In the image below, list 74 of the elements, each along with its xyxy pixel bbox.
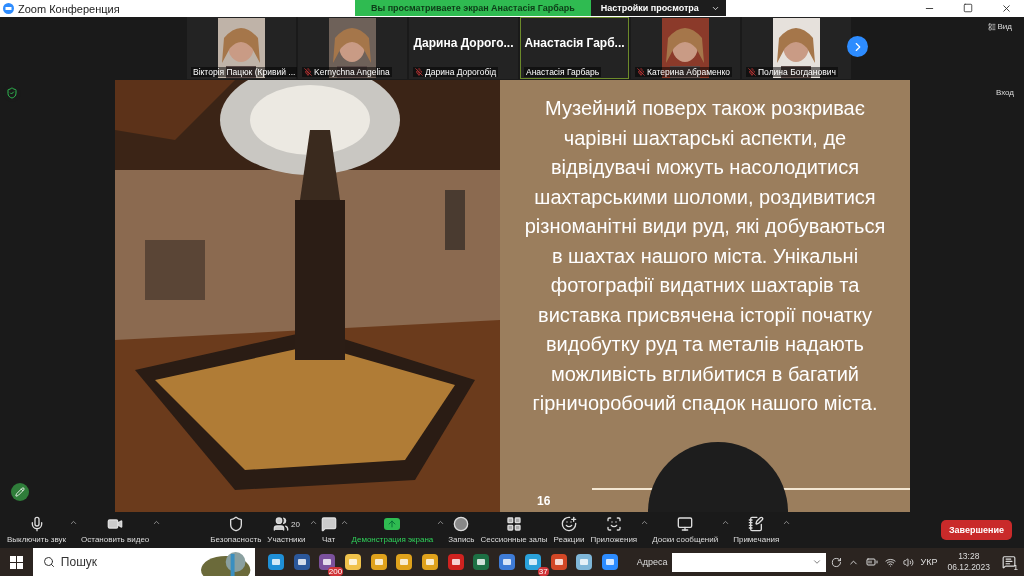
window-title: Zoom Конференция xyxy=(18,2,120,15)
participant-name: Вікторія Пацюк (Кривий ... xyxy=(191,67,298,77)
search-icon xyxy=(42,556,55,568)
chat-icon xyxy=(320,516,337,532)
layout-icon[interactable] xyxy=(987,22,996,31)
caret-icon[interactable] xyxy=(152,518,162,527)
toolbar-button[interactable]: Выключить звук xyxy=(4,516,70,544)
participant-tile[interactable]: Катерина Абраменко xyxy=(631,17,740,79)
caret-icon[interactable] xyxy=(640,518,650,527)
slide-number: 16 xyxy=(537,494,551,508)
caret-icon[interactable] xyxy=(339,518,349,527)
participant-tile[interactable]: Kernychna Angelina xyxy=(298,17,407,79)
toolbar-button[interactable]: Доски сообщений xyxy=(649,516,722,544)
caret-icon[interactable] xyxy=(436,518,446,527)
participant-name: Анастасія Гарбарь xyxy=(524,67,602,77)
toolbar-button[interactable]: Остановить видео xyxy=(78,516,153,544)
toolbar-button[interactable]: Чат xyxy=(317,516,340,544)
toolbar-button[interactable]: 20 Участники xyxy=(264,516,309,544)
grid-icon xyxy=(506,516,522,532)
apps-icon xyxy=(605,516,622,532)
start-icon[interactable] xyxy=(10,555,23,569)
record-icon xyxy=(453,516,470,532)
toolbar-button[interactable]: Демонстрация экрана xyxy=(348,516,437,544)
search-field[interactable]: Пошук xyxy=(32,548,201,576)
participant-name: Дарина Дорогобід xyxy=(413,67,499,77)
view-button[interactable]: Вид xyxy=(981,21,1018,32)
clock[interactable]: 13:28 06.12.2023 xyxy=(947,551,991,573)
video-camera-icon xyxy=(107,516,124,532)
caret-icon[interactable] xyxy=(69,518,79,527)
end-meeting-button[interactable]: Завершение xyxy=(940,520,1012,540)
smiley-icon xyxy=(560,516,577,532)
view-settings-button[interactable]: Настройки просмотра xyxy=(590,0,726,16)
share-screen-icon xyxy=(384,518,401,530)
toolbar-button[interactable]: Запись xyxy=(445,516,478,544)
close-icon[interactable] xyxy=(1001,3,1012,14)
participant-tile[interactable]: Анастасія Гарб... Анастасія Гарбарь xyxy=(520,17,629,79)
notes-icon xyxy=(748,516,765,532)
caret-icon[interactable] xyxy=(308,518,318,527)
participant-tile[interactable]: Вікторія Пацюк (Кривий ... xyxy=(187,17,296,79)
maximize-icon[interactable] xyxy=(963,3,973,13)
participant-name: Катерина Абраменко xyxy=(635,67,733,77)
participant-display-name: Анастасія Гарб... xyxy=(524,36,625,50)
notification-count: 1 xyxy=(1013,563,1019,572)
monitor-icon xyxy=(677,516,694,532)
speaker-icon[interactable] xyxy=(902,556,914,568)
address-label: Адреса xyxy=(636,557,668,567)
notification-badge: 37 xyxy=(537,567,549,576)
participant-tile[interactable]: Дарина Дорого... Дарина Дорогобід xyxy=(409,17,518,79)
participant-tile[interactable]: Полина Богданович xyxy=(742,17,851,79)
participant-display-name: Дарина Дорого... xyxy=(413,36,514,50)
app-logo-icon xyxy=(3,3,14,14)
language-indicator[interactable]: УКР xyxy=(920,557,938,567)
notification-center-icon[interactable] xyxy=(1002,555,1017,569)
shield-icon xyxy=(227,516,244,532)
toolbar-button[interactable]: Безопасность xyxy=(207,516,265,544)
toolbar-button[interactable]: Приложения xyxy=(587,516,641,544)
slide-text: Музейний поверх також розкриває чарівні шахтарські аспекти, де відвідувачі можуть насолодитися шахтарськими шоломи, роздивитися різноманітні види руд, які добуваються в шахтах нашого міста. Унікальні фотографії видатних шахтарів та виставка присвячена історії початку видобутку руд та металів надають можливість вглибитися в багатий гірничоробочий спадок нашого міста. xyxy=(524,96,886,416)
screen-share-banner: Вы просматриваете экран Анастасія Гарбарь xyxy=(355,0,591,16)
toolbar-button[interactable]: Сессионные залы xyxy=(477,516,551,544)
annotate-button[interactable] xyxy=(11,483,29,501)
toolbar-button[interactable]: Примечания xyxy=(730,516,783,544)
people-icon xyxy=(272,516,289,532)
participant-count: 20 xyxy=(290,519,300,529)
participant-name: Полина Богданович xyxy=(746,67,838,77)
toolbar-button[interactable]: Реакции xyxy=(550,516,588,544)
participant-name: Kernychna Angelina xyxy=(302,67,392,77)
battery-icon[interactable] xyxy=(865,556,878,568)
enter-label: Вход xyxy=(995,88,1014,97)
notification-badge: 200 xyxy=(327,567,344,576)
caret-icon[interactable] xyxy=(782,518,792,527)
wifi-icon[interactable] xyxy=(884,556,896,568)
refresh-icon[interactable] xyxy=(830,556,842,568)
address-field[interactable] xyxy=(671,552,826,572)
caret-icon[interactable] xyxy=(721,518,731,527)
